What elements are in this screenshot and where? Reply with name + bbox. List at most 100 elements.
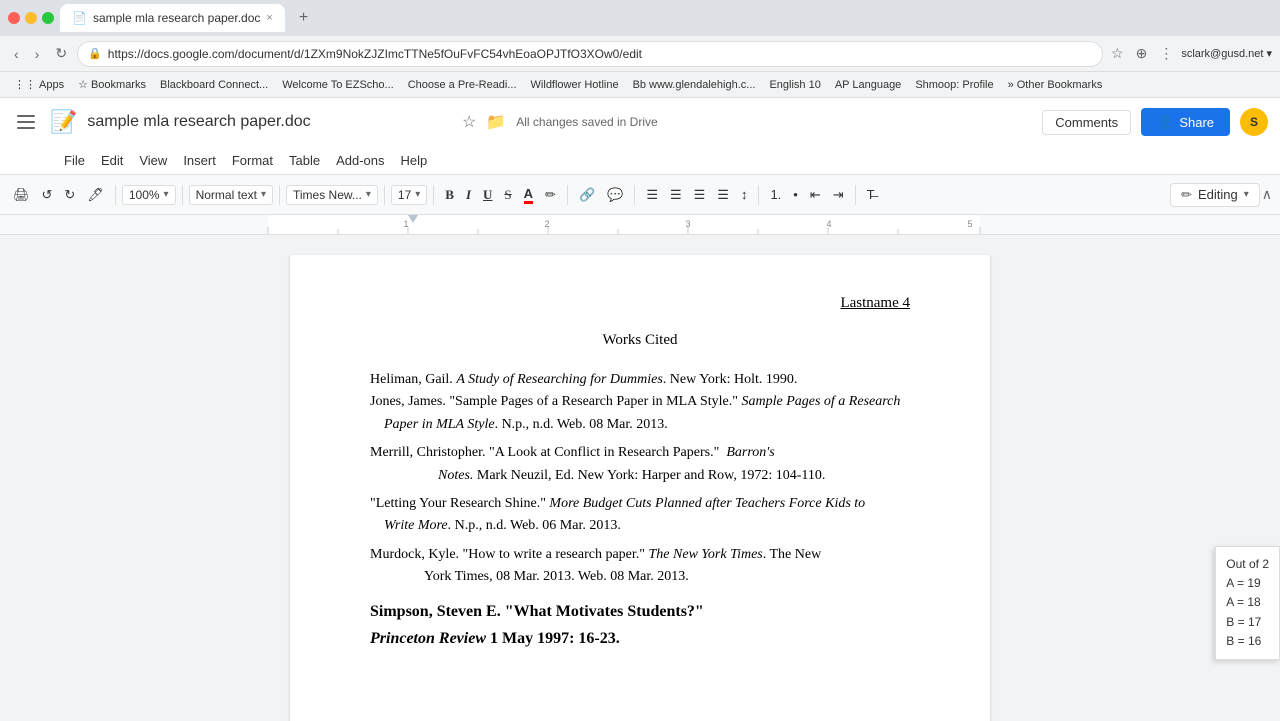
comments-button[interactable]: Comments (1042, 110, 1131, 135)
menu-edit[interactable]: Edit (93, 149, 131, 172)
bulleted-list-button[interactable]: • (788, 184, 803, 205)
strikethrough-button[interactable]: S (499, 184, 516, 206)
pencil-icon: ✏ (1181, 187, 1192, 203)
url-text: https://docs.google.com/document/d/1ZXm9… (108, 47, 642, 61)
menu-insert[interactable]: Insert (175, 149, 224, 172)
zoom-dropdown[interactable]: 100% ▾ (122, 185, 176, 205)
fontsize-dropdown[interactable]: 17 ▾ (391, 185, 427, 205)
score-a18: A = 18 (1226, 593, 1269, 612)
traffic-lights (8, 12, 54, 24)
redo-button[interactable]: ↻ (59, 184, 80, 206)
menu-help[interactable]: Help (393, 149, 436, 172)
svg-text:3: 3 (685, 219, 690, 229)
bookmark-blackboard[interactable]: Blackboard Connect... (154, 77, 274, 93)
menu-file[interactable]: File (56, 149, 93, 172)
close-window-button[interactable] (8, 12, 20, 24)
score-title: Out of 2 (1226, 555, 1269, 574)
bookmark-english10[interactable]: English 10 (763, 77, 826, 93)
line-spacing-button[interactable]: ↕ (736, 184, 753, 205)
text-color-button[interactable]: A (519, 183, 538, 207)
bookmark-shmoop[interactable]: Shmoop: Profile (909, 77, 999, 93)
bookmark-star-button[interactable]: ☆ (1107, 41, 1128, 66)
active-tab[interactable]: 📄 sample mla research paper.doc × (60, 4, 285, 32)
account-avatar[interactable]: S (1240, 108, 1268, 136)
tab-close-button[interactable]: × (266, 12, 272, 24)
svg-text:4: 4 (826, 219, 831, 229)
style-dropdown[interactable]: Normal text ▾ (189, 185, 273, 205)
font-value: Times New... (293, 188, 362, 202)
share-person-icon: 👤 (1157, 114, 1173, 130)
decrease-indent-button[interactable]: ⇤ (805, 184, 826, 206)
bookmark-bookmarks[interactable]: ☆ Bookmarks (72, 76, 152, 93)
menu-view[interactable]: View (131, 149, 175, 172)
chevron-down-icon: ▾ (261, 189, 266, 200)
style-value: Normal text (196, 188, 257, 202)
score-b16: B = 16 (1226, 632, 1269, 651)
score-panel: Out of 2 A = 19 A = 18 B = 17 B = 16 (1215, 546, 1280, 660)
bookmark-ezschool[interactable]: Welcome To EZScho... (276, 77, 399, 93)
back-button[interactable]: ‹ (8, 42, 25, 66)
menu-format[interactable]: Format (224, 149, 281, 172)
minimize-window-button[interactable] (25, 12, 37, 24)
chrome-menu-button[interactable]: ⋮ (1155, 41, 1177, 66)
paint-format-button[interactable]: 🖊 (82, 184, 109, 206)
doc-title[interactable]: sample mla research paper.doc (87, 113, 452, 131)
paint-icon: 🖊 (87, 187, 104, 203)
font-dropdown[interactable]: Times New... ▾ (286, 185, 378, 205)
doc-star-icon[interactable]: ☆ (462, 112, 476, 132)
toolbar-separator (115, 185, 116, 205)
justify-button[interactable]: ☰ (712, 184, 734, 206)
numbered-list-button[interactable]: 1. (765, 184, 786, 205)
increase-indent-button[interactable]: ⇥ (828, 184, 849, 206)
bookmark-prereading[interactable]: Choose a Pre-Readi... (402, 77, 523, 93)
refresh-button[interactable]: ↻ (49, 41, 73, 66)
undo-button[interactable]: ↺ (37, 184, 58, 206)
align-center-button[interactable]: ☰ (665, 184, 687, 206)
bookmark-wildflower[interactable]: Wildflower Hotline (525, 77, 625, 93)
bookmark-glendale[interactable]: Bb www.glendalehigh.c... (627, 77, 762, 93)
bold-button[interactable]: B (440, 184, 459, 206)
svg-text:2: 2 (544, 219, 549, 229)
citation-merrill: Merrill, Christopher. "A Look at Conflic… (370, 442, 910, 487)
bookmark-apps[interactable]: ⋮⋮ Apps (8, 76, 70, 93)
redo-icon: ↻ (64, 187, 75, 203)
url-box[interactable]: 🔒 https://docs.google.com/document/d/1ZX… (77, 41, 1103, 67)
toolbar: 🖨 ↺ ↻ 🖊 100% ▾ Normal text ▾ Times New..… (0, 175, 1280, 215)
doc-area[interactable]: Lastname 4 Works Cited Heliman, Gail. A … (0, 235, 1280, 721)
extension-button[interactable]: ⊕ (1132, 41, 1152, 66)
align-right-button[interactable]: ☰ (689, 184, 711, 206)
forward-button[interactable]: › (29, 42, 46, 66)
comment-button[interactable]: 💬 (602, 184, 628, 206)
apps-icon: ⋮⋮ (14, 78, 36, 91)
bookmark-other[interactable]: » Other Bookmarks (1002, 77, 1109, 93)
doc-folder-icon[interactable]: 📁 (486, 112, 506, 132)
bookmark-ap-language[interactable]: AP Language (829, 77, 907, 93)
share-button[interactable]: 👤 Share (1141, 108, 1230, 136)
underline-icon: U (483, 187, 492, 203)
comment-icon: 💬 (607, 187, 623, 203)
toolbar-separator (634, 185, 635, 205)
maximize-window-button[interactable] (42, 12, 54, 24)
link-button[interactable]: 🔗 (574, 184, 600, 206)
toolbar-collapse-button[interactable]: ∧ (1262, 186, 1272, 203)
new-tab-button[interactable]: + (291, 5, 316, 31)
menu-addons[interactable]: Add-ons (328, 149, 392, 172)
score-b17: B = 17 (1226, 613, 1269, 632)
hamburger-menu-button[interactable] (12, 108, 40, 136)
bookmarks-bar: ⋮⋮ Apps ☆ Bookmarks Blackboard Connect..… (0, 72, 1280, 98)
toolbar-separator (433, 185, 434, 205)
italic-button[interactable]: I (461, 184, 476, 206)
underline-button[interactable]: U (478, 184, 497, 206)
account-label[interactable]: sclark@gusd.net ▾ (1181, 47, 1272, 60)
citation-princeton: Princeton Review 1 May 1997: 16-23. (370, 626, 910, 652)
print-button[interactable]: 🖨 (8, 184, 35, 206)
highlight-button[interactable]: ✏ (540, 184, 561, 206)
page-header: Lastname 4 (370, 295, 910, 312)
editing-mode-button[interactable]: ✏ Editing ▾ (1170, 183, 1260, 207)
chevron-down-icon: ▾ (1244, 189, 1249, 200)
menu-table[interactable]: Table (281, 149, 328, 172)
citations-container: Heliman, Gail. A Study of Researching fo… (370, 369, 910, 652)
zoom-value: 100% (129, 188, 160, 202)
align-left-button[interactable]: ☰ (641, 184, 663, 206)
clear-format-button[interactable]: T̶ (862, 184, 880, 205)
